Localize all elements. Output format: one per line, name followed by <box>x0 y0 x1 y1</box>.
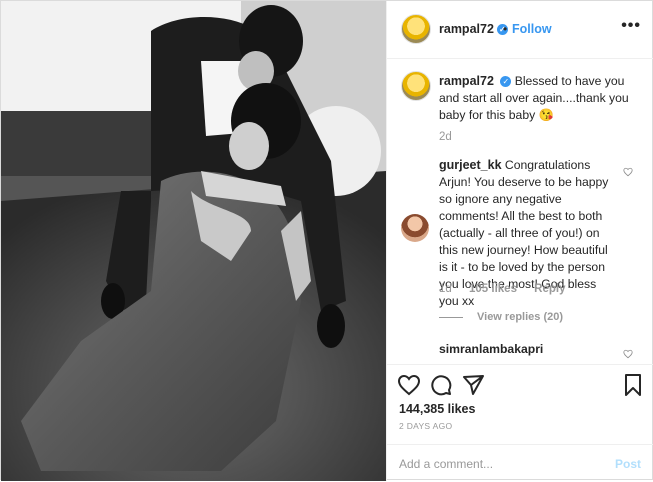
reply-button[interactable]: Reply <box>534 283 565 295</box>
avatar[interactable] <box>401 214 429 242</box>
post-actions: 144,385 likes 2 DAYS AGO <box>387 364 653 445</box>
add-comment-bar: Add a comment... Post <box>387 444 653 482</box>
avatar[interactable] <box>401 71 431 101</box>
add-comment-input[interactable]: Add a comment... <box>399 457 493 471</box>
ellipsis-icon[interactable]: ••• <box>621 17 641 35</box>
post-comment-button[interactable]: Post <box>615 457 641 471</box>
bookmark-icon[interactable] <box>621 373 645 397</box>
view-replies-button[interactable]: View replies (20) <box>439 311 563 323</box>
comments-list[interactable]: rampal72 ✓ Blessed to have you and start… <box>387 59 653 364</box>
comment-like-heart-icon[interactable] <box>623 349 633 359</box>
comment-likes[interactable]: 105 likes <box>469 283 517 295</box>
likes-count[interactable]: 144,385 likes <box>399 402 475 416</box>
view-replies-label[interactable]: View replies (20) <box>477 311 563 323</box>
comment-username[interactable]: simranlambakapri <box>439 342 543 356</box>
post-photo[interactable] <box>1 1 386 481</box>
header-username-text[interactable]: rampal72 <box>439 22 494 36</box>
separator-dot: • <box>503 22 508 36</box>
caption-time[interactable]: 2d <box>439 131 452 143</box>
comment-icon[interactable] <box>429 373 453 397</box>
replies-divider <box>439 316 463 318</box>
caption: rampal72 ✓ Blessed to have you and start… <box>439 73 639 124</box>
comment-username[interactable]: gurjeet_kk <box>439 158 502 172</box>
follow-button[interactable]: Follow <box>512 22 552 36</box>
photo-illustration <box>1 1 386 481</box>
post-time[interactable]: 2 DAYS AGO <box>399 421 452 431</box>
header-username[interactable]: rampal72 ✓ <box>439 22 508 36</box>
post-side-panel: rampal72 ✓ • Follow ••• rampal72 ✓ Blesse… <box>386 1 653 481</box>
comment-time[interactable]: 1d <box>439 283 452 295</box>
heart-icon[interactable] <box>397 373 421 397</box>
verified-badge-icon: ✓ <box>500 76 512 88</box>
avatar[interactable] <box>401 14 431 44</box>
post-header: rampal72 ✓ • Follow ••• <box>387 1 653 59</box>
comment-like-heart-icon[interactable] <box>623 167 633 177</box>
caption-username[interactable]: rampal72 <box>439 74 494 88</box>
comment-meta: 1d 105 likes Reply <box>439 283 580 295</box>
instagram-post: rampal72 ✓ • Follow ••• rampal72 ✓ Blesse… <box>0 0 653 481</box>
emoji: 😘 <box>538 108 554 122</box>
share-icon[interactable] <box>461 373 485 397</box>
